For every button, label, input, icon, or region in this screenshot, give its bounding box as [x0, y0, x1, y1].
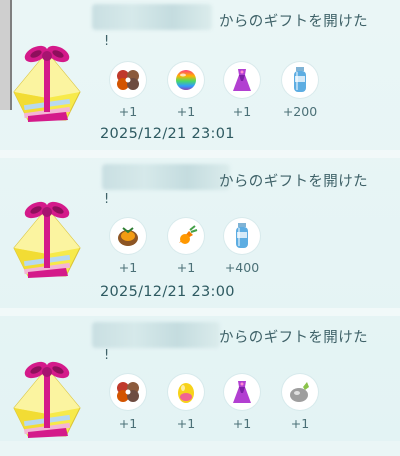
gift-item: +200 — [278, 62, 322, 124]
gift-entry: からのギフトを開けた ! +1 +1 +1 — [0, 316, 400, 456]
item-quantity: +1 — [118, 260, 138, 275]
pokeball-cluster-icon — [117, 382, 139, 402]
gift-item: +1 — [164, 218, 208, 280]
sender-name-redacted — [102, 164, 230, 190]
gift-item: +1 — [164, 374, 208, 436]
item-quantity: +1 — [176, 260, 196, 275]
divider — [0, 150, 400, 158]
purple-dress-icon — [233, 381, 251, 403]
potion-bottle-icon — [236, 223, 248, 248]
gift-entry-title: からのギフトを開けた — [219, 14, 368, 30]
gift-timestamp: 2025/12/21 23:00 — [100, 284, 235, 300]
gift-box-icon — [13, 361, 81, 438]
item-quantity: +1 — [118, 416, 138, 431]
gift-entry-exclamation: ! — [104, 348, 110, 363]
divider — [0, 308, 400, 316]
gift-item: +1 — [164, 62, 208, 124]
gift-entry: からのギフトを開けた ! +1 +1 +400 2025/12/21 23:00 — [0, 158, 400, 300]
item-quantity: +1 — [176, 416, 196, 431]
gift-entry-title: からのギフトを開けた — [219, 330, 368, 346]
sender-name-redacted — [92, 322, 220, 348]
item-quantity: +200 — [282, 104, 318, 119]
gift-entry: からのギフトを開けた ! +1 +1 +1 — [0, 0, 400, 142]
gift-item: +1 — [220, 374, 264, 436]
gift-entry-title: からのギフトを開けた — [219, 174, 368, 190]
gift-item: +400 — [220, 218, 264, 280]
item-quantity: +1 — [232, 104, 252, 119]
gift-entry-exclamation: ! — [104, 192, 110, 207]
gift-item: +1 — [106, 374, 150, 436]
gift-item: +1 — [278, 374, 322, 436]
pokeball-cluster-icon — [117, 70, 139, 90]
purple-dress-icon — [233, 69, 251, 91]
item-quantity: +1 — [176, 104, 196, 119]
gift-item: +1 — [106, 62, 150, 124]
potion-bottle-icon — [294, 67, 306, 92]
sender-name-redacted — [92, 4, 212, 30]
item-quantity: +1 — [118, 104, 138, 119]
gift-entry-exclamation: ! — [104, 34, 110, 49]
gift-box-icon — [13, 45, 81, 122]
berry-pinap-icon — [118, 227, 138, 246]
item-quantity: +1 — [232, 416, 252, 431]
gift-item: +1 — [106, 218, 150, 280]
orange-carrot-icon — [179, 225, 198, 244]
gift-timestamp: 2025/12/21 23:01 — [100, 126, 235, 142]
item-quantity: +1 — [290, 416, 310, 431]
rainbow-ball-icon — [176, 70, 196, 90]
yellow-egg-icon — [178, 383, 194, 403]
gift-box-icon — [13, 201, 81, 278]
gift-item: +1 — [220, 62, 264, 124]
item-quantity: +400 — [224, 260, 260, 275]
silver-stone-icon — [290, 382, 309, 402]
